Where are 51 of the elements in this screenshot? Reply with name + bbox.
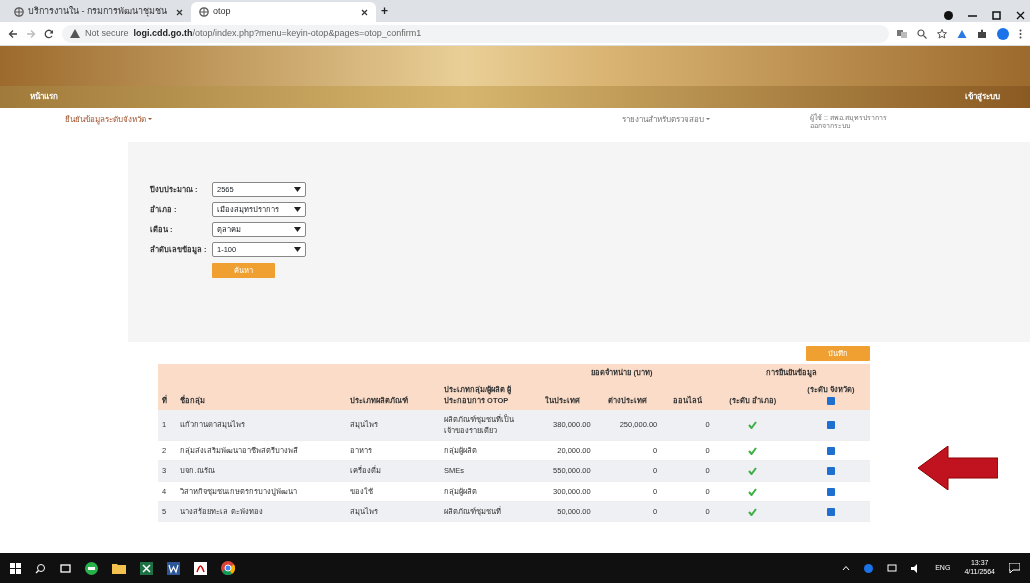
caret-icon xyxy=(294,227,301,232)
url-text: logi.cdd.go.th/otop/index.php?menu=keyin-otop&pages=otop_confirm1 xyxy=(133,26,422,40)
pdf-app-icon[interactable] xyxy=(194,561,207,575)
windows-logo-icon[interactable] xyxy=(10,562,21,574)
browser-tab[interactable]: otop xyxy=(191,2,376,22)
network-icon[interactable] xyxy=(887,563,898,573)
zoom-icon[interactable] xyxy=(917,28,927,39)
caret-icon xyxy=(294,187,301,192)
row-checkbox[interactable] xyxy=(826,421,835,430)
row-checkbox[interactable] xyxy=(826,447,835,455)
caret-icon xyxy=(294,207,301,212)
triangle-icon[interactable] xyxy=(957,28,967,39)
folder-icon[interactable] xyxy=(112,562,126,574)
translate-icon[interactable] xyxy=(897,28,907,39)
home-link[interactable]: หน้าแรก xyxy=(30,91,58,103)
more-icon[interactable] xyxy=(1019,28,1022,39)
new-tab-button[interactable]: + xyxy=(381,1,388,20)
restore-icon[interactable] xyxy=(992,10,1001,20)
profile-icon[interactable] xyxy=(944,10,953,20)
security-label: Not secure xyxy=(85,26,129,40)
notification-icon[interactable] xyxy=(1009,563,1020,573)
chevron-up-icon[interactable] xyxy=(842,565,851,571)
address-bar[interactable]: Not secure logi.cdd.go.th/otop/index.php?menu=keyin-otop&pages=otop_confirm1 xyxy=(62,24,889,43)
warning-icon xyxy=(70,29,80,38)
login-link[interactable]: เข้าสู่ระบบ xyxy=(965,91,1000,103)
document-app-icon[interactable] xyxy=(167,561,180,575)
menu-dropdown[interactable]: รายงานสำหรับตรวจสอบ xyxy=(622,114,711,126)
browser-app-icon[interactable] xyxy=(221,561,235,575)
row-checkbox[interactable] xyxy=(826,487,835,496)
row-checkbox[interactable] xyxy=(826,507,835,516)
tray-icon[interactable] xyxy=(864,563,874,573)
row-checkbox[interactable] xyxy=(826,467,835,476)
spreadsheet-app-icon[interactable] xyxy=(140,561,153,575)
caret-icon xyxy=(294,247,301,252)
avatar-icon[interactable] xyxy=(997,27,1009,40)
task-view-icon[interactable] xyxy=(60,562,71,574)
close-icon[interactable] xyxy=(361,8,368,16)
chat-app-icon[interactable] xyxy=(85,561,98,575)
star-icon[interactable] xyxy=(937,28,947,39)
browser-tab[interactable]: บริการงานใน - กรมการพัฒนาชุมชน xyxy=(6,2,191,22)
tab-title: otop xyxy=(213,5,231,19)
globe-icon xyxy=(14,7,24,17)
menu-dropdown[interactable]: ยืนยันข้อมูลระดับจังหวัด xyxy=(65,114,153,126)
reload-icon[interactable] xyxy=(44,28,54,39)
globe-icon xyxy=(199,7,209,17)
search-icon[interactable] xyxy=(35,562,46,574)
close-icon[interactable] xyxy=(1016,10,1025,20)
select-all-checkbox[interactable] xyxy=(826,397,835,406)
tab-title: บริการงานใน - กรมการพัฒนาชุมชน xyxy=(28,5,167,19)
close-icon[interactable] xyxy=(176,8,183,16)
back-icon[interactable] xyxy=(8,28,18,39)
